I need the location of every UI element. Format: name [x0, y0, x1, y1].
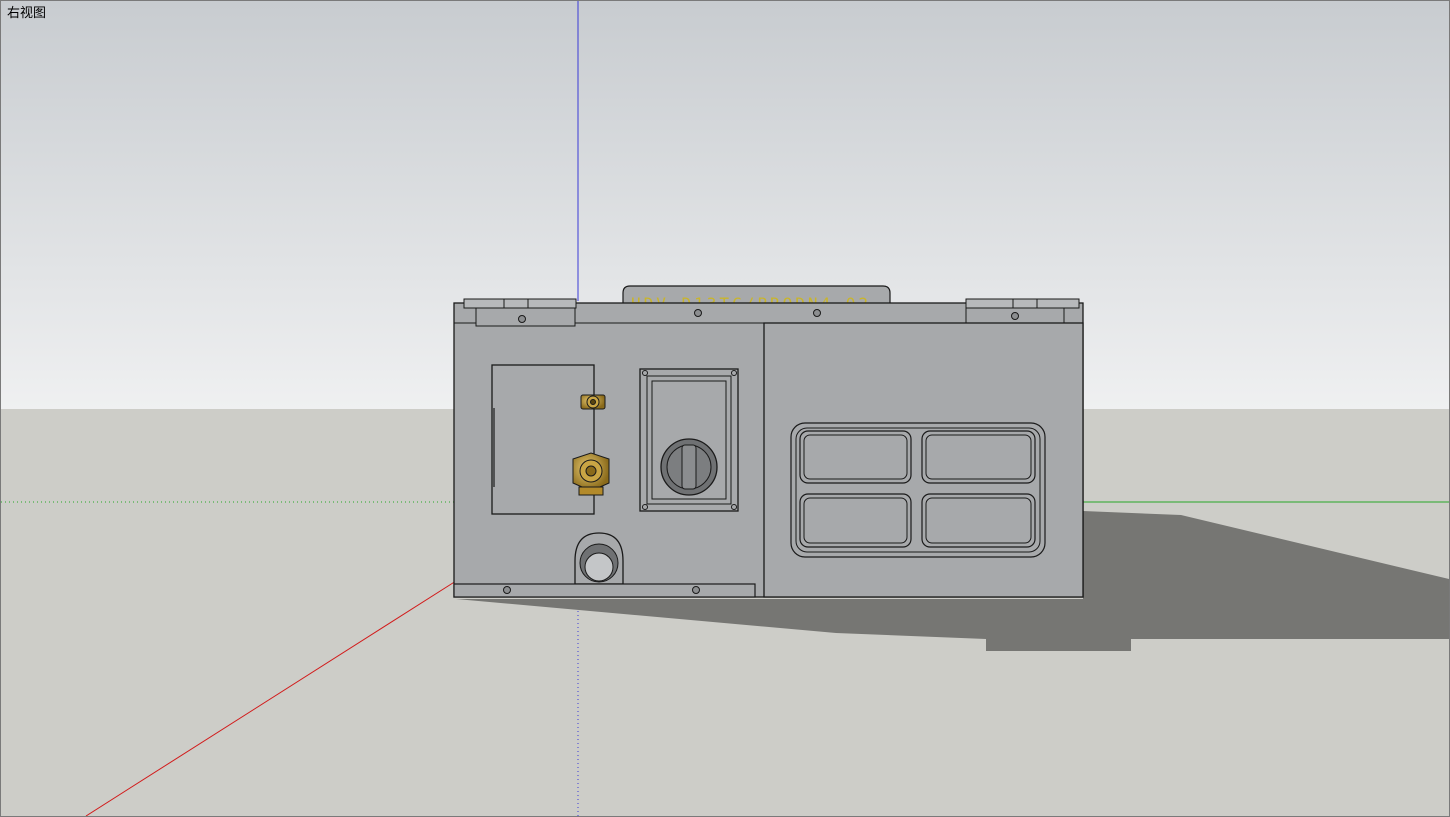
3d-viewport[interactable]: HDV-D13TC/PRODN4-02	[0, 0, 1450, 817]
right-hinge	[965, 298, 1080, 327]
bottom-rail	[453, 583, 756, 598]
small-brass-fitting[interactable]	[580, 394, 606, 410]
cable-gland[interactable]	[574, 532, 624, 585]
view-name-label: 右视图	[7, 6, 47, 21]
left-hinge	[463, 298, 577, 327]
scene-canvas[interactable]: HDV-D13TC/PRODN4-02	[1, 1, 1449, 816]
rotary-knob[interactable]	[660, 438, 718, 496]
screw-top-2	[813, 309, 821, 317]
screw-top-1	[694, 309, 702, 317]
